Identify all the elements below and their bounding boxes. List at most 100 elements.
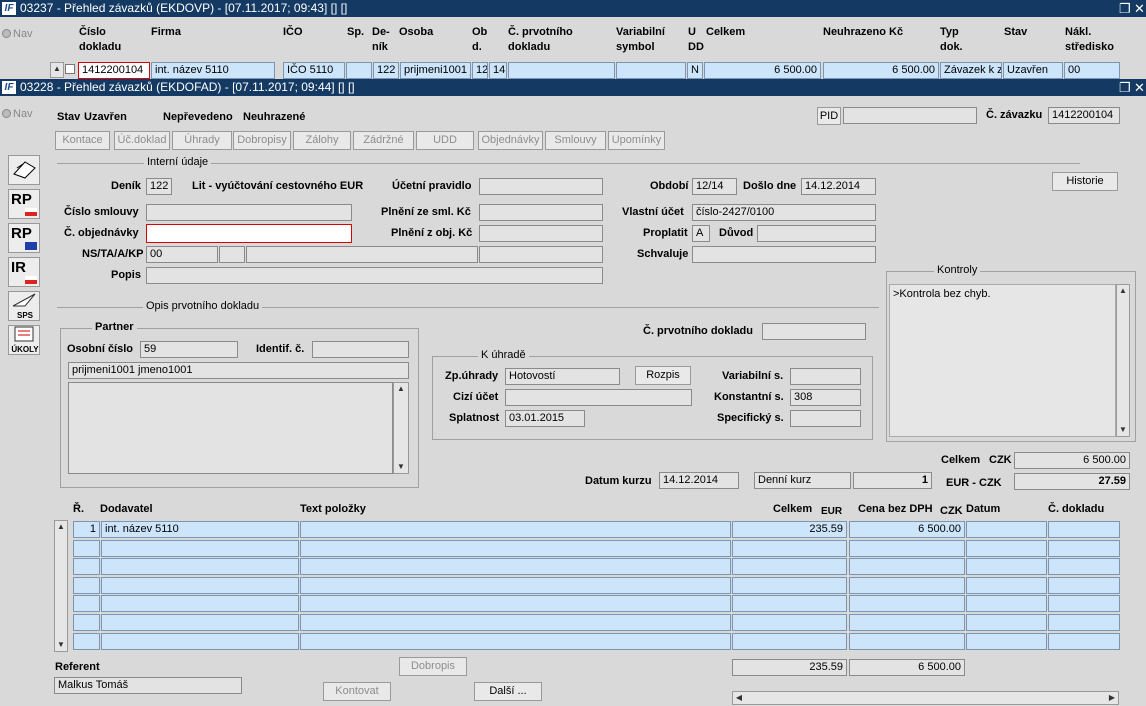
rp-eu-icon[interactable]: RP xyxy=(8,223,40,253)
grid-cell-bez_dph[interactable] xyxy=(849,595,965,613)
window1-cell-cislo[interactable]: 1412200104 xyxy=(78,62,150,79)
grid-cell-celkem[interactable] xyxy=(732,558,847,576)
variabilni-field[interactable] xyxy=(790,368,861,385)
kurz-type-field[interactable]: Denní kurz xyxy=(754,472,851,489)
grid-cell-r[interactable] xyxy=(73,614,100,631)
grid-cell-bez_dph[interactable] xyxy=(849,632,965,650)
rozpis-button[interactable]: Rozpis xyxy=(635,366,691,385)
proplatit-field[interactable]: A xyxy=(692,225,710,242)
plneni-sml-field[interactable] xyxy=(479,204,603,221)
tab-4[interactable]: Zálohy xyxy=(293,131,351,150)
window1-cell-stav[interactable]: Uzavřen xyxy=(1003,62,1063,79)
grid-cell-bez_dph[interactable] xyxy=(849,576,965,594)
grid-cell-bez_dph[interactable] xyxy=(849,539,965,557)
grid-cell-dokladu[interactable] xyxy=(1048,521,1120,538)
kontovat-button[interactable]: Kontovat xyxy=(323,682,391,701)
window1-cell-neuhrazeno[interactable]: 6 500.00 xyxy=(823,62,939,79)
ns-field-1[interactable]: 00 xyxy=(146,246,218,263)
ns-field-4[interactable] xyxy=(479,246,603,263)
tab-9[interactable]: Upomínky xyxy=(608,131,665,150)
grid-cell-text[interactable] xyxy=(300,614,731,631)
ns-field-3[interactable] xyxy=(246,246,478,263)
doslo-field[interactable]: 14.12.2014 xyxy=(801,178,876,195)
grid-cell-dodavatel[interactable] xyxy=(101,614,299,631)
window1-cell-sp[interactable] xyxy=(346,62,372,79)
grid-cell-dokladu[interactable] xyxy=(1048,576,1120,594)
grid-cell-text[interactable] xyxy=(300,595,731,613)
grid-cell-text[interactable] xyxy=(300,576,731,594)
grid-cell-celkem[interactable] xyxy=(732,539,847,557)
dobropis-button[interactable]: Dobropis xyxy=(399,657,467,676)
ns-field-2[interactable] xyxy=(219,246,245,263)
restore-icon[interactable]: ❐ xyxy=(1119,0,1131,17)
grid-cell-text[interactable] xyxy=(300,558,731,576)
grid-cell-celkem[interactable] xyxy=(732,576,847,594)
partner-address-scrollbar[interactable]: ▲ ▼ xyxy=(393,382,409,474)
window1-cell-osoba[interactable]: prijmeni1001 jm xyxy=(400,62,471,79)
window1-cell-obd1[interactable]: 12 xyxy=(472,62,488,79)
grid-cell-celkem[interactable] xyxy=(732,614,847,631)
c-objednavky-field[interactable] xyxy=(146,224,352,243)
window1-cell-typ[interactable]: Závazek k z xyxy=(940,62,1002,79)
osobni-field[interactable]: 59 xyxy=(140,341,238,358)
obdobi-field[interactable]: 12/14 xyxy=(692,178,737,195)
grid-cell-r[interactable] xyxy=(73,539,100,557)
zp-uhrady-field[interactable]: Hotovostí xyxy=(505,368,620,385)
tab-7[interactable]: Objednávky xyxy=(478,131,543,150)
grid-cell-dodavatel[interactable] xyxy=(101,595,299,613)
grid-cell-r[interactable] xyxy=(73,576,100,594)
grid-cell-dokladu[interactable] xyxy=(1048,632,1120,650)
restore-icon[interactable]: ❐ xyxy=(1119,79,1131,96)
tab-1[interactable]: Úč.doklad xyxy=(114,131,170,150)
historie-button[interactable]: Historie xyxy=(1052,172,1118,191)
grid-cell-datum[interactable] xyxy=(966,539,1047,557)
close-icon[interactable]: ✕ xyxy=(1134,79,1145,96)
duvod-field[interactable] xyxy=(757,225,876,242)
tab-8[interactable]: Smlouvy xyxy=(545,131,606,150)
splatnost-field[interactable]: 03.01.2015 xyxy=(505,410,585,427)
window1-cell-denik[interactable]: 122 xyxy=(373,62,399,79)
kontroly-scrollbar[interactable]: ▲ ▼ xyxy=(1116,284,1130,437)
denik-field[interactable]: 122 xyxy=(146,178,172,195)
grid-cell-dodavatel[interactable]: int. název 5110 xyxy=(101,521,299,538)
grid-scrollbar[interactable]: ▲ ▼ xyxy=(54,520,68,652)
window1-cell-ico[interactable]: IČO 5110 xyxy=(283,62,345,79)
grid-cell-celkem[interactable] xyxy=(732,595,847,613)
grid-cell-celkem[interactable] xyxy=(732,632,847,650)
celkem-czk-field[interactable]: 6 500.00 xyxy=(1014,452,1130,469)
c-prvotniho-field[interactable] xyxy=(762,323,866,340)
window1-cell-firma[interactable]: int. název 5110 xyxy=(151,62,275,79)
grid-cell-datum[interactable] xyxy=(966,576,1047,594)
nav-radio-2[interactable]: Nav xyxy=(2,108,33,120)
window1-cell-naklady[interactable]: 00 xyxy=(1064,62,1120,79)
grid-cell-r[interactable] xyxy=(73,558,100,576)
partner-address-field[interactable] xyxy=(68,382,393,474)
grid-cell-bez_dph[interactable]: 6 500.00 xyxy=(849,521,965,538)
plneni-obj-field[interactable] xyxy=(479,225,603,242)
tab-5[interactable]: Zádržné xyxy=(353,131,414,150)
eur-czk-field[interactable]: 27.59 xyxy=(1014,473,1130,490)
rp-cz-icon[interactable]: RP xyxy=(8,189,40,219)
window1-cell-obd2[interactable]: 14 xyxy=(489,62,507,79)
tab-0[interactable]: Kontace xyxy=(55,131,110,150)
grid-cell-celkem[interactable]: 235.59 xyxy=(732,521,847,538)
window1-cell-var[interactable] xyxy=(616,62,686,79)
zavazek-field[interactable]: 1412200104 xyxy=(1048,107,1120,124)
window1-cell-prvotni[interactable] xyxy=(508,62,615,79)
datum-kurzu-field[interactable]: 14.12.2014 xyxy=(659,472,739,489)
pid-field[interactable] xyxy=(843,107,977,124)
grid-cell-text[interactable] xyxy=(300,632,731,650)
close-icon[interactable]: ✕ xyxy=(1134,0,1145,17)
pid-button[interactable]: PID xyxy=(817,107,841,125)
grid-cell-dokladu[interactable] xyxy=(1048,558,1120,576)
grid-cell-datum[interactable] xyxy=(966,521,1047,538)
window1-cell-celkem[interactable]: 6 500.00 xyxy=(704,62,821,79)
grid-cell-dodavatel[interactable] xyxy=(101,539,299,557)
grid-cell-text[interactable] xyxy=(300,521,731,538)
grid-cell-datum[interactable] xyxy=(966,632,1047,650)
grid-cell-bez_dph[interactable] xyxy=(849,558,965,576)
schvaluje-field[interactable] xyxy=(692,246,876,263)
nav-radio-1[interactable]: Nav xyxy=(2,28,33,40)
grid-cell-dodavatel[interactable] xyxy=(101,558,299,576)
specificky-field[interactable] xyxy=(790,410,861,427)
